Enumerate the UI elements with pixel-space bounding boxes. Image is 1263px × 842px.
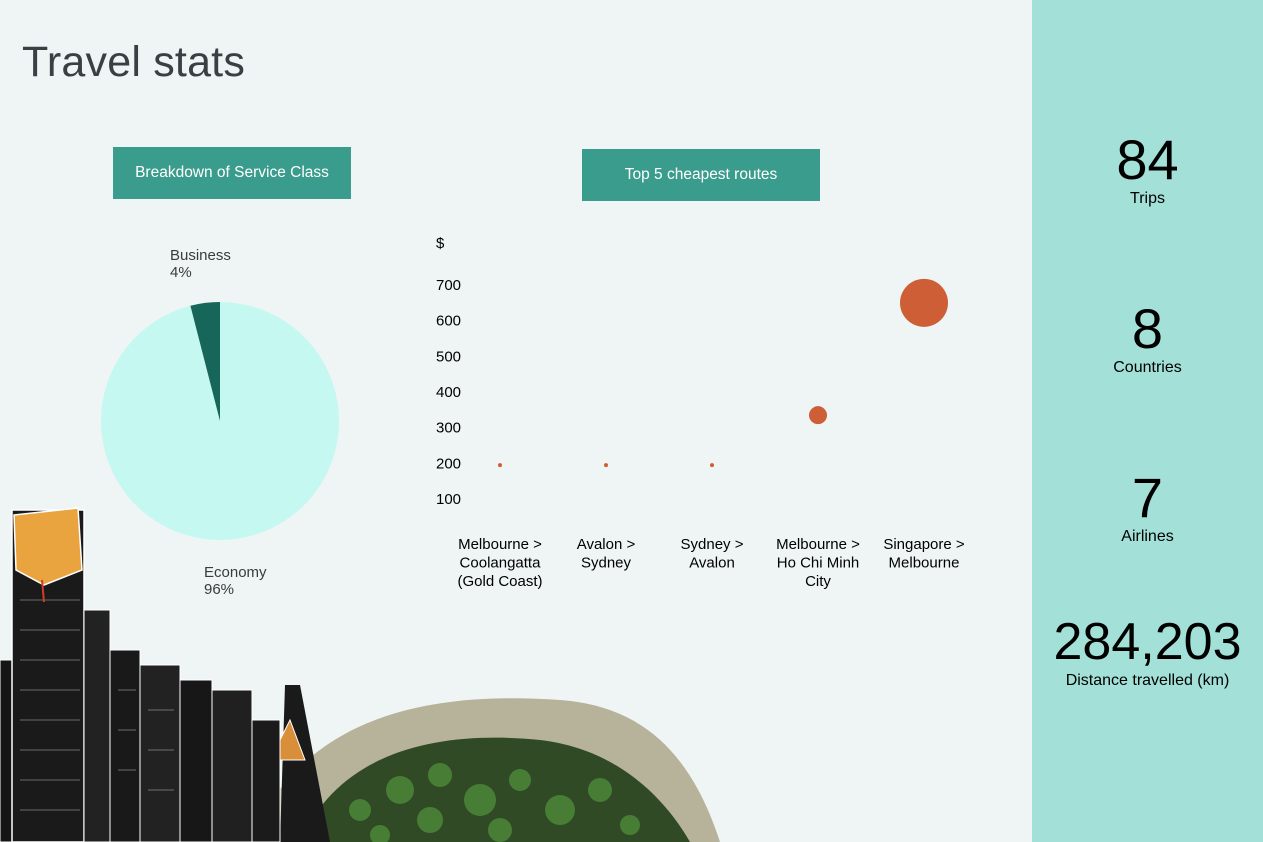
distance-value: 284,203 <box>1053 613 1242 671</box>
main-area: Travel stats Breakdown of Service Class … <box>0 0 1032 842</box>
pie-slice-business <box>190 302 220 421</box>
route-bubble <box>498 463 502 468</box>
pie-percent-business: 4% <box>170 264 192 281</box>
stat-trips: 84 Trips <box>1032 130 1263 208</box>
trips-value: 84 <box>1116 128 1179 191</box>
airlines-value: 7 <box>1131 466 1164 529</box>
stats-sidebar: 84 Trips 8 Countries 7 Airlines 284,203 … <box>1032 0 1263 842</box>
pie-chart-header: Breakdown of Service Class <box>113 147 351 199</box>
trips-label: Trips <box>1130 190 1165 207</box>
y-tick-label: 400 <box>436 384 461 401</box>
route-bubble <box>900 278 948 327</box>
route-bubble <box>809 406 827 425</box>
x-category-label: Singapore > Melbourne <box>883 536 965 572</box>
y-tick-label: 600 <box>436 313 461 330</box>
y-tick-label: 700 <box>436 277 461 294</box>
stat-distance: 284,203 Distance travelled (km) <box>1032 612 1263 690</box>
y-tick-label: 500 <box>436 348 461 365</box>
airlines-label: Airlines <box>1121 528 1174 545</box>
route-bubble <box>604 463 608 468</box>
countries-label: Countries <box>1113 359 1182 376</box>
page-title: Travel stats <box>22 38 246 86</box>
scatter-chart-header: Top 5 cheapest routes <box>582 149 820 201</box>
stat-countries: 8 Countries <box>1032 299 1263 377</box>
y-tick-label: 300 <box>436 420 461 437</box>
y-axis-label: $ <box>436 235 445 252</box>
route-bubble <box>710 463 714 468</box>
x-category-label: Melbourne > Ho Chi Minh City <box>776 536 860 590</box>
stat-airlines: 7 Airlines <box>1032 468 1263 546</box>
y-tick-label: 200 <box>436 455 461 472</box>
countries-value: 8 <box>1131 297 1164 360</box>
distance-label: Distance travelled (km) <box>1065 672 1230 689</box>
city-illustration <box>0 507 720 842</box>
pie-label-business: Business <box>170 247 231 264</box>
